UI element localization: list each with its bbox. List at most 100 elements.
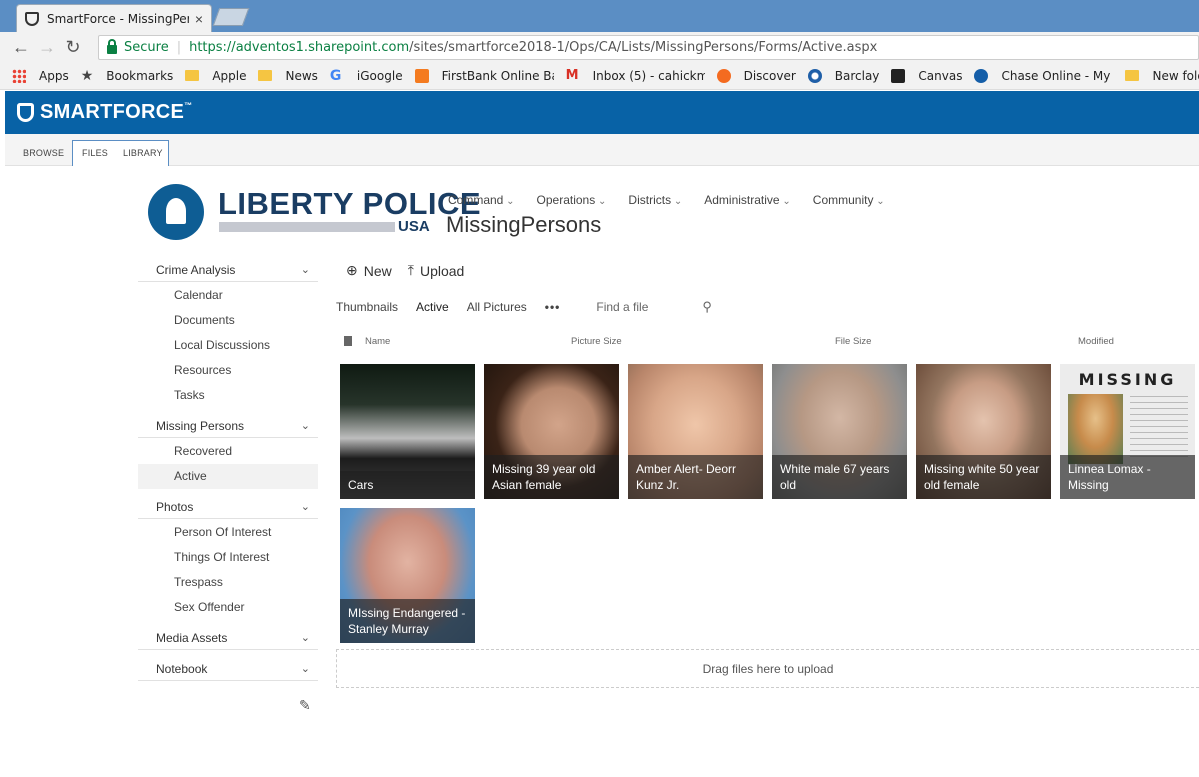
tab-files[interactable]: FILES — [73, 140, 117, 166]
thumbnail-tile[interactable]: White male 67 years old — [772, 364, 907, 499]
document-icon — [344, 336, 352, 346]
poster-title: MISSING — [1078, 370, 1177, 389]
section-label: Crime Analysis — [156, 262, 236, 277]
bookmark-chase[interactable]: Chase Online - My A — [974, 68, 1113, 83]
nav-item-documents[interactable]: Documents — [138, 308, 318, 333]
site-logo-title: LIBERTY POLICE — [218, 186, 482, 221]
col-name[interactable]: Name — [365, 336, 390, 347]
nav-item-active[interactable]: Active — [138, 464, 318, 489]
tile-caption: Amber Alert- Deorr Kunz Jr. — [628, 455, 763, 499]
google-icon: G — [329, 67, 342, 84]
shield-logo-icon — [17, 103, 34, 122]
tile-caption: Cars — [340, 471, 475, 499]
nav-section-notebook[interactable]: Notebook ⌄ — [138, 657, 318, 681]
thumbnail-tile[interactable]: Cars — [340, 364, 475, 499]
nav-section-missing-persons[interactable]: Missing Persons ⌄ — [138, 414, 318, 438]
brand-logo[interactable]: SMARTFORCE™ — [40, 101, 192, 124]
bookmarks-bar: Apps ★ Bookmarks Apple News GiGoogle Firs… — [0, 62, 1199, 90]
nav-administrative[interactable]: Administrative — [704, 193, 791, 207]
tab-browse[interactable]: BROWSE — [14, 140, 73, 166]
nav-command[interactable]: Command — [448, 193, 515, 207]
thumbnail-tile[interactable]: MIssing Endangered - Stanley Murray — [340, 508, 475, 643]
upload-dropzone[interactable]: Drag files here to upload — [336, 649, 1199, 688]
find-file-input[interactable]: Find a file — [596, 300, 696, 314]
close-icon[interactable]: × — [195, 11, 203, 27]
col-file-size[interactable]: File Size — [835, 336, 871, 347]
address-toolbar: ← → ↻ Secure | https://adventos1.sharepo… — [0, 32, 1199, 62]
nav-item-tasks[interactable]: Tasks — [138, 383, 318, 408]
browser-tab[interactable]: SmartForce - MissingPers × — [16, 4, 212, 32]
nav-item-person-of-interest[interactable]: Person Of Interest — [138, 520, 318, 545]
nav-item-resources[interactable]: Resources — [138, 358, 318, 383]
bookmark-label: FirstBank Online Ban — [441, 68, 554, 83]
thumbnail-tile[interactable]: MISSING Linnea Lomax - Missing — [1060, 364, 1195, 499]
nav-item-calendar[interactable]: Calendar — [138, 283, 318, 308]
url-bar[interactable]: Secure | https://adventos1.sharepoint.co… — [98, 35, 1199, 60]
upload-button[interactable]: ⤒ Upload — [408, 262, 465, 279]
bookmark-label: Apple — [212, 68, 247, 83]
nav-community[interactable]: Community — [813, 193, 885, 207]
nav-section-photos[interactable]: Photos ⌄ — [138, 495, 318, 519]
chevron-down-icon[interactable]: ⌄ — [301, 662, 310, 675]
folder-icon — [258, 70, 273, 81]
edit-pencil-icon[interactable]: ✎ — [299, 697, 311, 714]
bookmark-bookmarks[interactable]: ★ Bookmarks — [81, 69, 174, 83]
view-all-pictures[interactable]: All Pictures — [467, 300, 527, 314]
reload-icon[interactable]: ↻ — [60, 37, 86, 58]
view-thumbnails[interactable]: Thumbnails — [336, 300, 398, 314]
bookmark-label: Inbox (5) - cahickma — [592, 68, 705, 83]
gmail-icon: M — [565, 67, 579, 83]
nav-section-media-assets[interactable]: Media Assets ⌄ — [138, 626, 318, 650]
bookmark-label: New folder — [1152, 68, 1199, 83]
nav-item-trespass[interactable]: Trespass — [138, 570, 318, 595]
thumbnail-tile[interactable]: Missing 39 year old Asian female — [484, 364, 619, 499]
thumbnail-tile[interactable]: Missing white 50 year old female — [916, 364, 1051, 499]
nav-item-sex-offender[interactable]: Sex Offender — [138, 595, 318, 620]
nav-section-crime-analysis[interactable]: Crime Analysis ⌄ — [138, 258, 318, 282]
new-label: New — [363, 262, 392, 279]
firstbank-icon — [414, 68, 429, 83]
bookmark-apple[interactable]: Apple — [185, 69, 246, 83]
discover-icon — [716, 68, 731, 83]
bookmark-canvas[interactable]: Canvas — [891, 68, 962, 83]
chevron-down-icon[interactable]: ⌄ — [301, 500, 310, 513]
bookmark-firstbank[interactable]: FirstBank Online Ban — [414, 68, 554, 83]
secure-label: Secure — [124, 40, 169, 55]
nav-item-things-of-interest[interactable]: Things Of Interest — [138, 545, 318, 570]
url-path: /sites/smartforce2018-1/Ops/CA/Lists/Mis… — [409, 40, 878, 55]
tile-caption: White male 67 years old — [772, 455, 907, 499]
star-icon: ★ — [80, 67, 94, 84]
bookmark-barclay[interactable]: Barclay — [807, 68, 879, 83]
logo-underline — [219, 222, 395, 232]
col-picture-size[interactable]: Picture Size — [571, 336, 622, 347]
forward-arrow-icon[interactable]: → — [34, 37, 60, 58]
bookmark-apps[interactable]: Apps — [12, 68, 69, 83]
bookmark-label: News — [285, 68, 318, 83]
bookmark-news[interactable]: News — [258, 68, 318, 83]
more-views-icon[interactable]: ••• — [545, 300, 561, 314]
search-icon[interactable]: ⚲ — [702, 299, 712, 315]
chevron-down-icon[interactable]: ⌄ — [301, 419, 310, 432]
new-button[interactable]: ⊕ New — [346, 262, 392, 279]
col-modified[interactable]: Modified — [1078, 336, 1114, 347]
new-tab-button[interactable] — [212, 8, 250, 26]
nav-item-recovered[interactable]: Recovered — [138, 439, 318, 464]
nav-districts[interactable]: Districts — [628, 193, 682, 207]
thumbnail-tile[interactable]: Amber Alert- Deorr Kunz Jr. — [628, 364, 763, 499]
tab-library[interactable]: LIBRARY — [114, 140, 172, 166]
bookmark-new-folder[interactable]: New folder — [1125, 69, 1199, 83]
bookmark-igoogle[interactable]: GiGoogle — [330, 69, 403, 83]
section-label: Photos — [156, 499, 194, 514]
dropzone-label: Drag files here to upload — [702, 661, 834, 676]
chevron-down-icon[interactable]: ⌄ — [301, 263, 310, 276]
bookmark-inbox[interactable]: M Inbox (5) - cahickma — [565, 67, 705, 83]
tile-caption: Missing 39 year old Asian female — [484, 455, 619, 499]
nav-item-local-discussions[interactable]: Local Discussions — [138, 333, 318, 358]
nav-operations[interactable]: Operations — [537, 193, 607, 207]
poster-text-lines — [1130, 396, 1188, 462]
bookmark-discover[interactable]: Discover — [716, 68, 796, 83]
liberty-logo-icon[interactable] — [148, 184, 204, 240]
chevron-down-icon[interactable]: ⌄ — [301, 631, 310, 644]
view-active[interactable]: Active — [416, 300, 449, 314]
back-arrow-icon[interactable]: ← — [8, 37, 34, 58]
